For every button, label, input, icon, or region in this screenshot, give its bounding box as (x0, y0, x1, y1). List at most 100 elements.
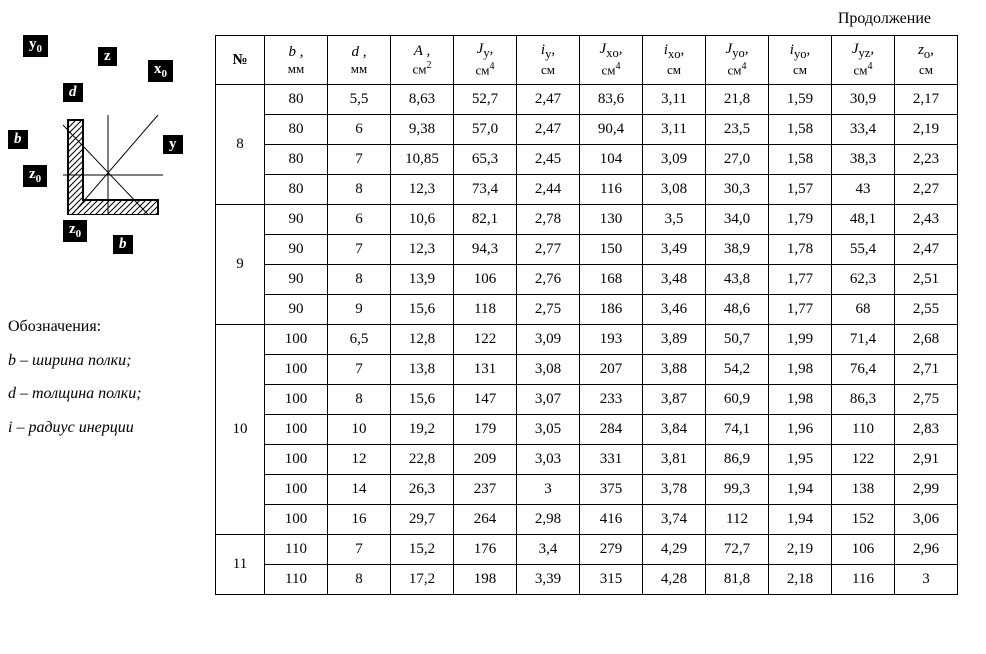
cell-Jy: 82,1 (454, 205, 517, 235)
cell-Jyz: 33,4 (832, 115, 895, 145)
cell-Jyo: 34,0 (706, 205, 769, 235)
cell-iyo: 1,58 (769, 145, 832, 175)
cell-A: 12,3 (391, 175, 454, 205)
cell-Jyo: 27,0 (706, 145, 769, 175)
cell-d: 16 (328, 505, 391, 535)
cell-A: 29,7 (391, 505, 454, 535)
col-d: d ,мм (328, 36, 391, 85)
cell-d: 7 (328, 145, 391, 175)
col-ixo: ixo,см (643, 36, 706, 85)
cell-zo: 2,51 (895, 265, 958, 295)
cell-ixo: 3,09 (643, 145, 706, 175)
cell-Jyz: 48,1 (832, 205, 895, 235)
cell-Jy: 52,7 (454, 85, 517, 115)
cell-Jyz: 71,4 (832, 325, 895, 355)
cell-b: 80 (265, 85, 328, 115)
cell-b: 90 (265, 265, 328, 295)
table-row: 80710,8565,32,451043,0927,01,5838,32,23 (216, 145, 958, 175)
cell-Jyo: 48,6 (706, 295, 769, 325)
cell-Jy: 94,3 (454, 235, 517, 265)
cell-ixo: 3,87 (643, 385, 706, 415)
cell-Jyz: 86,3 (832, 385, 895, 415)
cell-iyo: 1,94 (769, 475, 832, 505)
table-row: 8805,58,6352,72,4783,63,1121,81,5930,92,… (216, 85, 958, 115)
cell-Jyz: 30,9 (832, 85, 895, 115)
cell-ixo: 3,11 (643, 115, 706, 145)
cell-Jyz: 38,3 (832, 145, 895, 175)
cell-Jy: 176 (454, 535, 517, 565)
group-number: 11 (216, 535, 265, 595)
cell-zo: 2,27 (895, 175, 958, 205)
col-zo: zo,см (895, 36, 958, 85)
cell-ixo: 3,08 (643, 175, 706, 205)
cell-A: 15,2 (391, 535, 454, 565)
col-num: № (216, 36, 265, 85)
table-row: 1001426,323733753,7899,31,941382,99 (216, 475, 958, 505)
cell-Jxo: 416 (580, 505, 643, 535)
cell-ixo: 3,46 (643, 295, 706, 325)
table-row: 990610,682,12,781303,534,01,7948,12,43 (216, 205, 958, 235)
cell-Jxo: 104 (580, 145, 643, 175)
cell-iyo: 2,18 (769, 565, 832, 595)
cell-Jy: 118 (454, 295, 517, 325)
cell-A: 9,38 (391, 115, 454, 145)
cell-zo: 3 (895, 565, 958, 595)
cell-zo: 2,17 (895, 85, 958, 115)
cell-iy: 3,4 (517, 535, 580, 565)
cell-A: 10,85 (391, 145, 454, 175)
note-b: b – ширина полки; (8, 344, 142, 378)
cell-Jy: 209 (454, 445, 517, 475)
cell-zo: 2,23 (895, 145, 958, 175)
cell-Jxo: 83,6 (580, 85, 643, 115)
legend-notes: Обозначения: b – ширина полки; d – толщи… (8, 310, 142, 444)
cell-Jxo: 375 (580, 475, 643, 505)
cell-d: 8 (328, 565, 391, 595)
cell-b: 90 (265, 295, 328, 325)
cell-iy: 3,03 (517, 445, 580, 475)
cell-iyo: 1,77 (769, 295, 832, 325)
cell-Jyz: 76,4 (832, 355, 895, 385)
cell-b: 100 (265, 475, 328, 505)
cell-A: 13,9 (391, 265, 454, 295)
cell-iyo: 1,98 (769, 385, 832, 415)
cell-Jyo: 21,8 (706, 85, 769, 115)
table-row: 1001629,72642,984163,741121,941523,06 (216, 505, 958, 535)
group-number: 10 (216, 325, 265, 535)
col-A: A ,см2 (391, 36, 454, 85)
cell-iy: 2,45 (517, 145, 580, 175)
cell-iy: 3,39 (517, 565, 580, 595)
cell-iy: 2,47 (517, 85, 580, 115)
cell-d: 8 (328, 175, 391, 205)
cell-Jyo: 74,1 (706, 415, 769, 445)
col-b: b ,мм (265, 36, 328, 85)
cell-A: 10,6 (391, 205, 454, 235)
cell-iyo: 1,98 (769, 355, 832, 385)
cell-b: 110 (265, 535, 328, 565)
cell-Jyo: 54,2 (706, 355, 769, 385)
cell-Jxo: 130 (580, 205, 643, 235)
cell-d: 6,5 (328, 325, 391, 355)
cell-d: 9 (328, 295, 391, 325)
cell-zo: 3,06 (895, 505, 958, 535)
cell-d: 14 (328, 475, 391, 505)
cell-iy: 3,09 (517, 325, 580, 355)
cell-zo: 2,71 (895, 355, 958, 385)
cell-iy: 2,77 (517, 235, 580, 265)
cell-Jyo: 72,7 (706, 535, 769, 565)
col-iyo: iyo,см (769, 36, 832, 85)
cell-A: 8,63 (391, 85, 454, 115)
cell-iy: 3,08 (517, 355, 580, 385)
table-row: 11110715,21763,42794,2972,72,191062,96 (216, 535, 958, 565)
cell-b: 80 (265, 175, 328, 205)
properties-table: №b ,ммd ,ммA ,см2Jy,см4iy,смJxo,см4ixo,с… (215, 35, 958, 595)
table-row: 1001222,82093,033313,8186,91,951222,91 (216, 445, 958, 475)
cell-A: 19,2 (391, 415, 454, 445)
cell-ixo: 3,5 (643, 205, 706, 235)
cell-d: 6 (328, 205, 391, 235)
cell-b: 100 (265, 445, 328, 475)
cell-d: 10 (328, 415, 391, 445)
cell-Jyo: 81,8 (706, 565, 769, 595)
cell-A: 26,3 (391, 475, 454, 505)
cell-d: 8 (328, 385, 391, 415)
cell-iyo: 2,19 (769, 535, 832, 565)
